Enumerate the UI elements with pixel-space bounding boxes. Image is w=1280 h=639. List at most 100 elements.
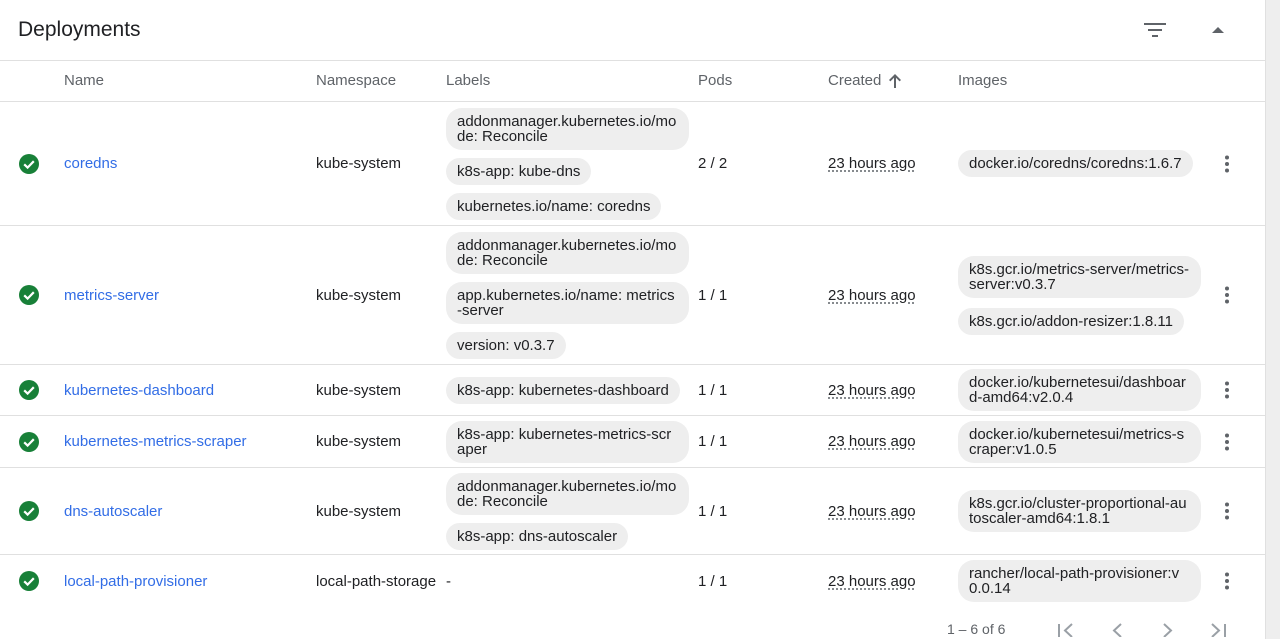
last-page-icon	[1211, 623, 1226, 637]
table-row[interactable]: kubernetes-dashboard kube-system k8s-app: …	[0, 365, 1265, 416]
expand-less-icon	[1212, 27, 1224, 33]
pods-cell: 1 / 1	[698, 572, 728, 590]
created-age[interactable]: 23 hours ago	[828, 573, 916, 590]
images-cell: docker.io/kubernetesui/metrics-scraper:v…	[958, 416, 1203, 467]
chevron-right-icon	[1163, 623, 1173, 637]
deployment-name-link[interactable]: coredns	[64, 155, 117, 172]
namespace-cell: kube-system	[316, 502, 402, 520]
next-page-button[interactable]	[1153, 615, 1183, 639]
image-chip: docker.io/kubernetesui/metrics-scraper:v…	[958, 420, 1201, 463]
labels-cell: k8s-app: kubernetes-dashboard	[446, 365, 691, 415]
row-actions-button[interactable]	[1213, 468, 1241, 554]
row-actions-button[interactable]	[1213, 365, 1241, 415]
pods-cell: 1 / 1	[698, 433, 728, 450]
arrow-upward-icon	[889, 74, 902, 88]
previous-page-button[interactable]	[1102, 615, 1132, 639]
created-age[interactable]: 23 hours ago	[828, 382, 916, 399]
check-circle-icon	[19, 285, 39, 305]
image-chip: rancher/local-path-provisioner:v0.0.14	[958, 560, 1201, 602]
more-vert-icon	[1225, 381, 1229, 399]
image-chip: k8s.gcr.io/addon-resizer:1.8.11	[958, 307, 1185, 335]
namespace-cell: kube-system	[316, 286, 402, 304]
table-row[interactable]: metrics-server kube-system addonmanager.ku…	[0, 226, 1265, 365]
name-cell: metrics-server	[64, 226, 304, 364]
more-vert-icon	[1225, 433, 1229, 450]
created-cell: 23 hours ago	[828, 365, 948, 415]
label-chip: k8s-app: dns-autoscaler	[446, 522, 629, 550]
filter-button[interactable]	[1139, 14, 1171, 46]
images-cell: docker.io/coredns/coredns:1.6.7	[958, 102, 1203, 225]
label-chip: addonmanager.kubernetes.io/mode: Reconci…	[446, 231, 689, 274]
row-actions-button[interactable]	[1213, 555, 1241, 607]
images-cell: docker.io/kubernetesui/dashboard-amd64:v…	[958, 365, 1203, 415]
table-row[interactable]: coredns kube-system addonmanager.kubernete…	[0, 102, 1265, 226]
check-circle-icon	[19, 571, 39, 591]
more-vert-icon	[1225, 155, 1229, 172]
more-vert-icon	[1225, 286, 1229, 304]
pods-cell: 1 / 1	[698, 381, 728, 399]
pods-cell: 1 / 1	[698, 286, 728, 304]
label-chip: k8s-app: kubernetes-dashboard	[446, 376, 680, 404]
deployment-name-link[interactable]: kubernetes-metrics-scraper	[64, 433, 247, 450]
status-cell	[18, 102, 40, 225]
deployment-name-link[interactable]: dns-autoscaler	[64, 503, 162, 520]
check-circle-icon	[19, 153, 39, 174]
labels-cell: addonmanager.kubernetes.io/mode: Reconci…	[446, 102, 691, 225]
table-row[interactable]: local-path-provisioner local-path-storage…	[0, 555, 1265, 608]
collapse-button[interactable]	[1202, 14, 1234, 46]
namespace-cell: kube-system	[316, 381, 402, 399]
labels-empty-text: -	[446, 572, 451, 590]
created-cell: 23 hours ago	[828, 226, 948, 364]
label-chip: k8s-app: kubernetes-metrics-scraper	[446, 420, 689, 463]
labels-cell: k8s-app: kubernetes-metrics-scraper	[446, 416, 691, 467]
status-cell	[18, 555, 40, 607]
created-cell: 23 hours ago	[828, 555, 948, 607]
created-cell: 23 hours ago	[828, 102, 948, 225]
last-page-button[interactable]	[1203, 615, 1233, 639]
created-age[interactable]: 23 hours ago	[828, 503, 916, 520]
column-header-pods: Pods	[698, 72, 733, 89]
name-cell: coredns	[64, 102, 304, 225]
card-header: Deployments	[0, 0, 1265, 61]
column-header-created[interactable]: Created	[828, 72, 902, 90]
images-cell: rancher/local-path-provisioner:v0.0.14	[958, 555, 1203, 607]
created-age[interactable]: 23 hours ago	[828, 433, 916, 450]
deployment-name-link[interactable]: metrics-server	[64, 287, 159, 304]
column-header-name[interactable]: Name	[64, 72, 104, 90]
paginator: 1 – 6 of 6	[0, 607, 1265, 639]
first-page-button[interactable]	[1051, 615, 1081, 639]
table-row[interactable]: kubernetes-metrics-scraper kube-system k8s…	[0, 416, 1265, 468]
images-cell: k8s.gcr.io/metrics-server/metrics-server…	[958, 226, 1203, 364]
row-actions-button[interactable]	[1213, 416, 1241, 467]
more-vert-icon	[1225, 502, 1229, 520]
check-circle-icon	[19, 431, 39, 452]
name-cell: kubernetes-metrics-scraper	[64, 416, 304, 467]
name-cell: kubernetes-dashboard	[64, 365, 304, 415]
deployment-name-link[interactable]: kubernetes-dashboard	[64, 382, 214, 399]
labels-cell: -	[446, 555, 691, 607]
label-chip: addonmanager.kubernetes.io/mode: Reconci…	[446, 472, 689, 515]
image-chip: docker.io/coredns/coredns:1.6.7	[958, 150, 1193, 177]
label-chip: app.kubernetes.io/name: metrics-server	[446, 281, 689, 324]
image-chip: k8s.gcr.io/cluster-proportional-autoscal…	[958, 490, 1201, 532]
column-header-created-label: Created	[828, 72, 882, 89]
name-cell: local-path-provisioner	[64, 555, 304, 607]
label-chip: addonmanager.kubernetes.io/mode: Reconci…	[446, 107, 689, 150]
card-title: Deployments	[18, 18, 141, 41]
table-row[interactable]: dns-autoscaler kube-system addonmanager.ku…	[0, 468, 1265, 555]
image-chip: k8s.gcr.io/metrics-server/metrics-server…	[958, 255, 1201, 298]
deployment-name-link[interactable]: local-path-provisioner	[64, 573, 207, 590]
created-age[interactable]: 23 hours ago	[828, 287, 916, 304]
column-header-images: Images	[958, 72, 1008, 89]
created-age[interactable]: 23 hours ago	[828, 155, 916, 172]
more-vert-icon	[1225, 572, 1229, 590]
row-actions-button[interactable]	[1213, 102, 1241, 225]
pods-cell: 1 / 1	[698, 502, 728, 520]
name-cell: dns-autoscaler	[64, 468, 304, 554]
labels-cell: addonmanager.kubernetes.io/mode: Reconci…	[446, 226, 691, 364]
row-actions-button[interactable]	[1213, 226, 1241, 364]
label-chip: version: v0.3.7	[446, 331, 566, 359]
created-cell: 23 hours ago	[828, 416, 948, 467]
label-chip: kubernetes.io/name: coredns	[446, 192, 662, 220]
namespace-cell: local-path-storage	[316, 572, 437, 590]
